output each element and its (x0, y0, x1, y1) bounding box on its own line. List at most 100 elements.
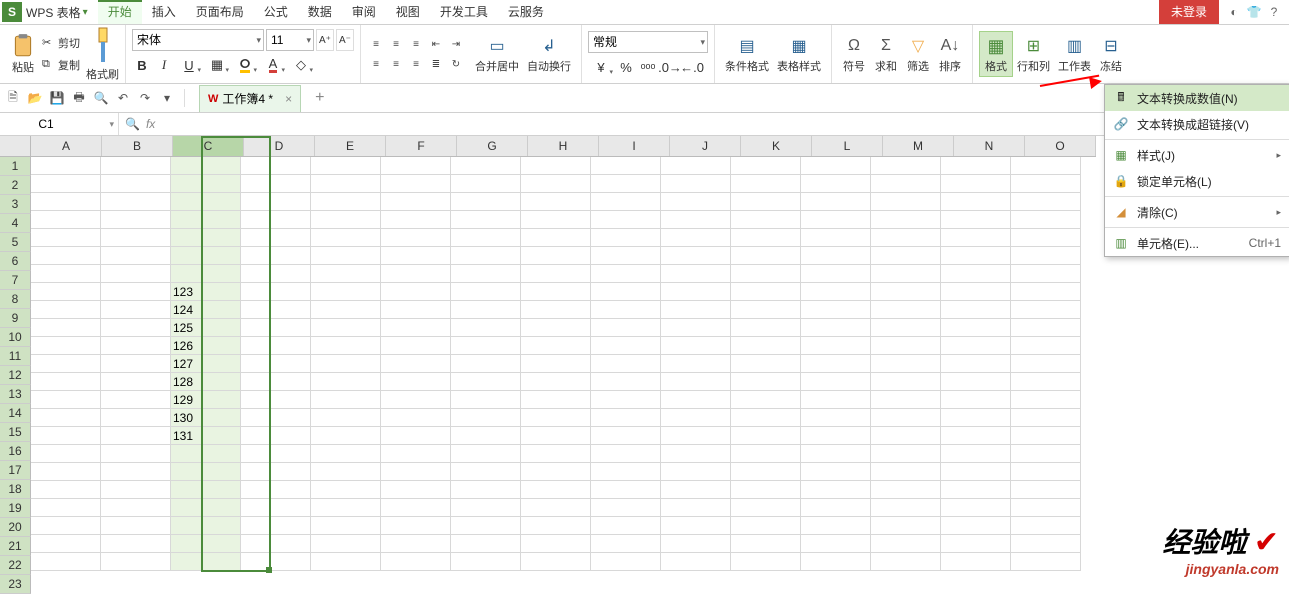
cell-L15[interactable] (801, 409, 871, 427)
cell-F23[interactable] (381, 553, 451, 571)
cell-G22[interactable] (451, 535, 521, 553)
row-header-22[interactable]: 22 (0, 556, 31, 575)
cell-K11[interactable] (731, 337, 801, 355)
cell-D17[interactable] (241, 445, 311, 463)
cell-G21[interactable] (451, 517, 521, 535)
indent-inc-button[interactable]: ⇥ (447, 35, 465, 53)
cell-H9[interactable] (521, 301, 591, 319)
cell-L23[interactable] (801, 553, 871, 571)
cell-I2[interactable] (591, 175, 661, 193)
row-header-1[interactable]: 1 (0, 157, 31, 176)
cell-B3[interactable] (101, 193, 171, 211)
cell-E3[interactable] (311, 193, 381, 211)
cell-E17[interactable] (311, 445, 381, 463)
cell-H5[interactable] (521, 229, 591, 247)
cell-M22[interactable] (871, 535, 941, 553)
cell-C18[interactable] (171, 463, 241, 481)
worksheet-button[interactable]: ▥ 工作表 (1054, 34, 1095, 74)
cell-H4[interactable] (521, 211, 591, 229)
cell-J10[interactable] (661, 319, 731, 337)
cell-C22[interactable] (171, 535, 241, 553)
cell-G4[interactable] (451, 211, 521, 229)
cell-N10[interactable] (941, 319, 1011, 337)
cell-C16[interactable]: 131 (171, 427, 241, 445)
cell-K3[interactable] (731, 193, 801, 211)
cell-G23[interactable] (451, 553, 521, 571)
cell-J15[interactable] (661, 409, 731, 427)
cut-button[interactable]: ✂ 剪切 (42, 35, 80, 51)
cell-K6[interactable] (731, 247, 801, 265)
cell-F22[interactable] (381, 535, 451, 553)
tab-layout[interactable]: 页面布局 (186, 0, 254, 24)
cell-D21[interactable] (241, 517, 311, 535)
cell-A1[interactable] (31, 157, 101, 175)
cell-N17[interactable] (941, 445, 1011, 463)
cell-F18[interactable] (381, 463, 451, 481)
cell-I23[interactable] (591, 553, 661, 571)
cell-A21[interactable] (31, 517, 101, 535)
qa-new-icon[interactable]: 🗎 (4, 89, 22, 107)
cell-K7[interactable] (731, 265, 801, 283)
copy-button[interactable]: ⧉ 复制 (42, 57, 80, 73)
cell-E1[interactable] (311, 157, 381, 175)
cell-A16[interactable] (31, 427, 101, 445)
row-header-11[interactable]: 11 (0, 347, 31, 366)
cell-N20[interactable] (941, 499, 1011, 517)
cell-J5[interactable] (661, 229, 731, 247)
cell-L14[interactable] (801, 391, 871, 409)
freeze-button[interactable]: ⊟ 冻结 (1095, 34, 1127, 74)
cell-G19[interactable] (451, 481, 521, 499)
cell-C3[interactable] (171, 193, 241, 211)
cell-C9[interactable]: 124 (171, 301, 241, 319)
cell-M12[interactable] (871, 355, 941, 373)
cell-B12[interactable] (101, 355, 171, 373)
cell-C1[interactable] (171, 157, 241, 175)
col-header-O[interactable]: O (1025, 136, 1096, 156)
menu-cells[interactable]: ▥ 单元格(E)... Ctrl+1 (1105, 230, 1289, 256)
cell-K22[interactable] (731, 535, 801, 553)
font-color-button[interactable]: A (260, 55, 286, 75)
qa-save-icon[interactable]: 💾 (48, 89, 66, 107)
cell-B4[interactable] (101, 211, 171, 229)
cell-M23[interactable] (871, 553, 941, 571)
login-status[interactable]: 未登录 (1159, 0, 1219, 24)
menu-text-to-link[interactable]: 🔗 文本转换成超链接(V) (1105, 111, 1289, 137)
cell-H18[interactable] (521, 463, 591, 481)
cell-M13[interactable] (871, 373, 941, 391)
cell-O12[interactable] (1011, 355, 1081, 373)
row-header-15[interactable]: 15 (0, 423, 31, 442)
cell-O16[interactable] (1011, 427, 1081, 445)
row-header-12[interactable]: 12 (0, 366, 31, 385)
cell-A3[interactable] (31, 193, 101, 211)
row-header-9[interactable]: 9 (0, 309, 31, 328)
row-header-16[interactable]: 16 (0, 442, 31, 461)
merge-center-button[interactable]: ▭ 合并居中 (471, 34, 523, 74)
number-format-combo[interactable]: 常规 (588, 31, 708, 53)
border-button[interactable]: ▦ (204, 55, 230, 75)
name-box[interactable] (0, 113, 119, 135)
cell-A5[interactable] (31, 229, 101, 247)
row-header-10[interactable]: 10 (0, 328, 31, 347)
cell-E19[interactable] (311, 481, 381, 499)
cell-O10[interactable] (1011, 319, 1081, 337)
cell-K21[interactable] (731, 517, 801, 535)
cell-I13[interactable] (591, 373, 661, 391)
col-header-K[interactable]: K (741, 136, 812, 156)
cell-I11[interactable] (591, 337, 661, 355)
cell-I17[interactable] (591, 445, 661, 463)
cell-C19[interactable] (171, 481, 241, 499)
symbols-button[interactable]: Ω 符号 (838, 34, 870, 74)
col-header-B[interactable]: B (102, 136, 173, 156)
cell-A4[interactable] (31, 211, 101, 229)
app-menu-caret-icon[interactable]: ▾ (83, 7, 88, 18)
cell-A14[interactable] (31, 391, 101, 409)
cell-C14[interactable]: 129 (171, 391, 241, 409)
cell-O5[interactable] (1011, 229, 1081, 247)
cell-H7[interactable] (521, 265, 591, 283)
filter-button[interactable]: ▽ 筛选 (902, 34, 934, 74)
cell-O3[interactable] (1011, 193, 1081, 211)
cell-K8[interactable] (731, 283, 801, 301)
cell-L2[interactable] (801, 175, 871, 193)
cell-I10[interactable] (591, 319, 661, 337)
fx-icon[interactable]: fx (146, 117, 155, 131)
